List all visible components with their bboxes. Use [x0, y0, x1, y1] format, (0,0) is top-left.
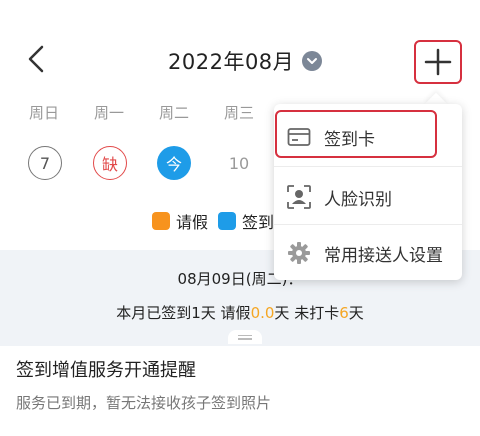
legend: 请假 签到 [152, 208, 284, 234]
menu-item-face-recognition[interactable]: 人脸识别 [274, 168, 462, 226]
page-title: 2022年08月 [168, 50, 295, 74]
menu-item-label: 常用接送人设置 [324, 245, 443, 266]
weekday-tue: 周二 [158, 104, 189, 122]
chevron-down-icon [302, 51, 323, 71]
legend-item-signin: 签到 [218, 209, 274, 233]
legend-label-leave: 请假 [176, 213, 209, 232]
summary-unit-1: 天 请假 [200, 304, 251, 322]
leave-days: 0.0 [250, 304, 275, 322]
summary-prefix: 本月已签到 [116, 304, 192, 322]
header-bar: 2022年08月 [0, 0, 480, 92]
day-cell-absent[interactable]: 缺 [93, 146, 127, 180]
summary-unit-3: 天 [348, 304, 364, 322]
weekday-wed: 周三 [223, 104, 254, 122]
menu-item-label: 人脸识别 [324, 189, 392, 210]
menu-item-pickup-settings[interactable]: 常用接送人设置 [274, 224, 462, 282]
menu-divider [274, 166, 462, 167]
highlight-box-sign-card [275, 110, 437, 158]
summary-stats: 本月已签到1天 请假0.0天 未打卡6天 [0, 302, 480, 323]
legend-label-signin: 签到 [242, 213, 275, 232]
notice-subtitle: 服务已到期，暂无法接收孩子签到照片 [16, 394, 272, 412]
signed-days: 1 [191, 304, 201, 322]
weekday-sun: 周日 [28, 104, 59, 122]
legend-swatch-signin [218, 212, 237, 230]
chevron-left-icon[interactable] [24, 44, 50, 74]
month-selector[interactable]: 2022年08月 [168, 46, 323, 76]
highlight-box-plus [414, 40, 462, 84]
day-cell-today[interactable]: 今 [157, 146, 191, 180]
gear-icon [286, 240, 312, 266]
weekday-mon: 周一 [93, 104, 124, 122]
summary-unit-2: 天 未打卡 [274, 304, 340, 322]
legend-swatch-leave [152, 212, 170, 230]
day-cell-10[interactable]: 10 [222, 146, 256, 180]
drag-handle-icon[interactable] [228, 330, 262, 344]
legend-item-leave: 请假 [152, 209, 208, 233]
missed-days: 6 [339, 304, 349, 322]
notice-title: 签到增值服务开通提醒 [16, 360, 196, 381]
face-scan-icon [286, 184, 312, 210]
day-cell-7[interactable]: 7 [28, 146, 62, 180]
